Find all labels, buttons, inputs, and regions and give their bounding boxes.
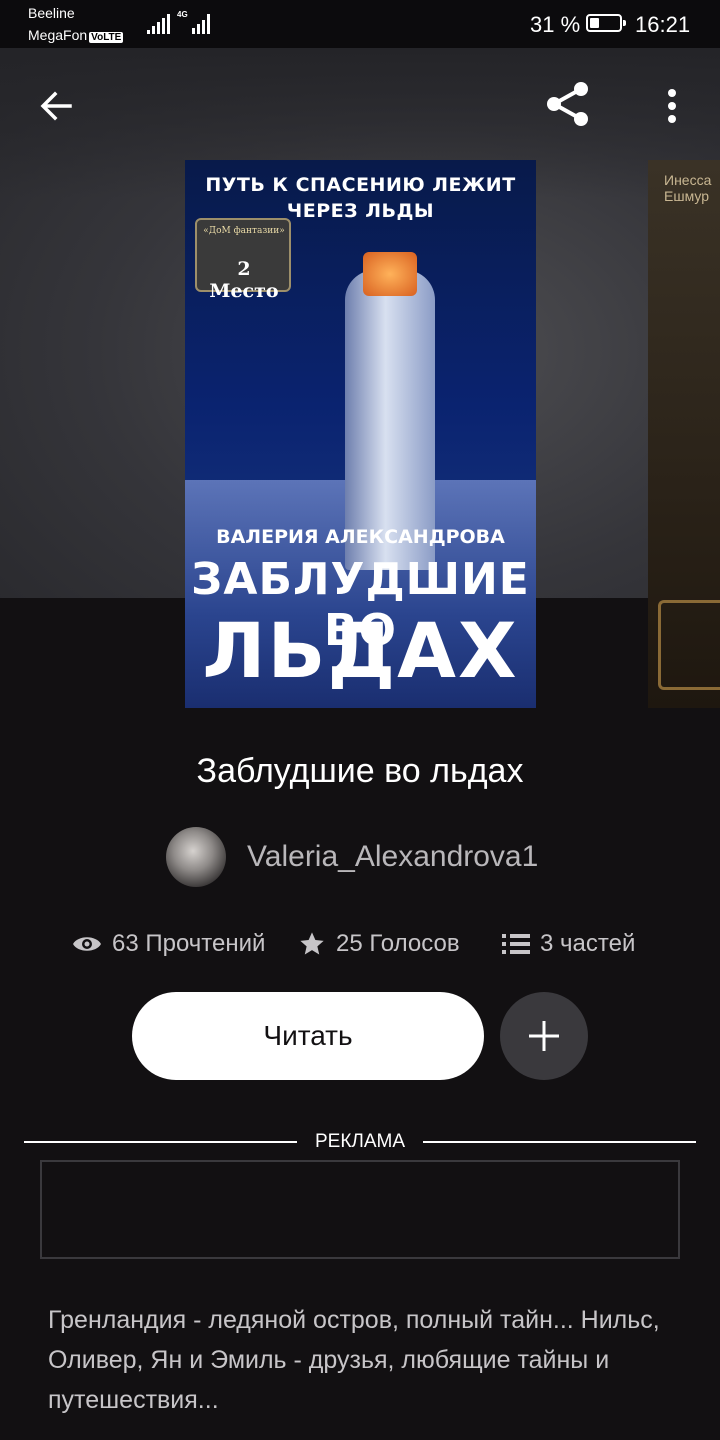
award-place: 2 Место <box>209 258 279 302</box>
next-cover-emblem <box>658 600 720 690</box>
battery-fill <box>590 18 599 28</box>
signal-icon <box>147 14 170 34</box>
cover-title-line2: ЛЬДАХ <box>202 606 519 695</box>
list-icon <box>502 934 530 954</box>
next-cover-line1: Инесса <box>664 172 712 188</box>
award-badge: «ДоМ фантазии» 2 Место <box>195 218 291 302</box>
parts-stat: 3 частей <box>502 928 635 960</box>
more-options-button[interactable] <box>650 82 694 130</box>
parts-count: 3 частей <box>540 930 636 957</box>
plus-icon <box>529 1021 559 1051</box>
lighthouse-image <box>345 270 435 570</box>
award-contest: «ДоМ фантазии» <box>203 226 285 236</box>
battery-icon <box>586 14 626 32</box>
carrier-2: MegaFon VoLTE <box>28 27 124 43</box>
reads-stat: 63 Прочтений <box>72 928 265 960</box>
book-cover[interactable]: ПУТЬ К СПАСЕНИЮ ЛЕЖИТ ЧЕРЕЗ ЛЬДЫ «ДоМ фа… <box>185 160 536 708</box>
ad-container[interactable] <box>40 1160 680 1259</box>
arrow-left-icon <box>40 91 72 121</box>
carrier-1: Beeline <box>28 5 75 21</box>
read-button[interactable]: Читать <box>132 992 484 1080</box>
ad-label: РЕКЛАМА <box>314 1131 406 1152</box>
star-icon <box>300 932 324 955</box>
ad-divider-left <box>24 1141 297 1143</box>
cover-author: ВАЛЕРИЯ АЛЕКСАНДРОВА <box>216 526 505 548</box>
volte-badge: VoLTE <box>89 32 124 43</box>
network-type: 4G <box>177 10 188 19</box>
clock: 16:21 <box>635 12 691 37</box>
add-to-library-button[interactable] <box>500 992 588 1080</box>
book-title: Заблудшие во льдах <box>196 752 524 790</box>
next-cover-line2: Ешмур <box>664 188 709 204</box>
back-button[interactable] <box>32 82 80 130</box>
cover-tagline: ПУТЬ К СПАСЕНИЮ ЛЕЖИТ ЧЕРЕЗ ЛЬДЫ <box>205 174 516 222</box>
votes-count: 25 Голосов <box>336 930 460 957</box>
signal-icon-2 <box>192 14 210 34</box>
avatar[interactable] <box>166 827 226 887</box>
ad-divider-right <box>423 1141 696 1143</box>
more-vertical-icon <box>668 89 676 123</box>
next-book-cover[interactable]: Инесса Ешмур <box>648 160 720 708</box>
status-bar: Beeline MegaFon VoLTE 4G 31 % 16:21 <box>0 0 720 48</box>
battery-percent: 31 % <box>530 12 581 37</box>
reads-count: 63 Прочтений <box>112 930 266 957</box>
share-icon <box>547 82 588 126</box>
share-button[interactable] <box>540 78 596 130</box>
eye-icon <box>73 937 101 951</box>
lighthouse-lamp <box>363 252 417 296</box>
next-cover-text: Инесса Ешмур <box>664 172 711 204</box>
carrier-2-label: MegaFon <box>28 27 88 43</box>
author-name[interactable]: Valeria_Alexandrova1 <box>247 840 538 874</box>
book-description: Гренландия - ледяной остров, полный тайн… <box>48 1306 660 1414</box>
votes-stat: 25 Голосов <box>298 928 460 960</box>
